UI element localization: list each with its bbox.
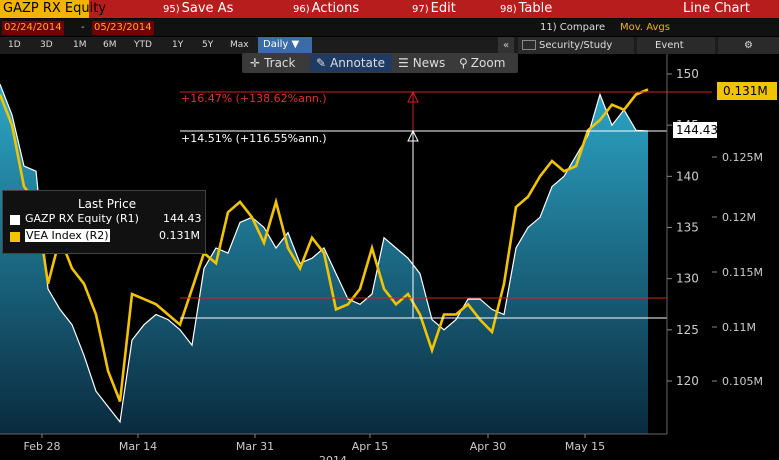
date-separator: - xyxy=(81,22,85,33)
magnifier-icon: ⚲ xyxy=(459,56,468,70)
legend-value-r1: 144.43 xyxy=(163,212,202,225)
x-tick-label: Mar 31 xyxy=(236,440,274,453)
period-1y[interactable]: 1Y xyxy=(172,37,183,54)
y1-tick-label: 150 xyxy=(676,67,699,81)
last-price-r2-label: 0.131M xyxy=(717,82,777,100)
legend-name-r2: VEA Index (R2) xyxy=(25,229,110,242)
y1-tick-label: 120 xyxy=(676,374,699,388)
period-5y[interactable]: 5Y xyxy=(202,37,213,54)
annotate-label: Annotate xyxy=(330,56,385,70)
annotate-button[interactable]: ✎ Annotate xyxy=(316,55,385,71)
event-button[interactable]: Event xyxy=(637,37,715,54)
x-tick-label: May 15 xyxy=(565,440,605,453)
news-label: News xyxy=(412,56,446,70)
actions-num: 96) xyxy=(293,4,310,15)
event-label: Event xyxy=(655,40,684,51)
x-tick-label: Apr 30 xyxy=(470,440,507,453)
y1-tick-label: 125 xyxy=(676,323,699,337)
y1-tick-label: 140 xyxy=(676,169,699,183)
track-label: Track xyxy=(264,56,296,70)
period-max[interactable]: Max xyxy=(230,37,249,54)
table-menu[interactable]: 98) Table xyxy=(500,0,552,18)
gear-icon[interactable]: ⚙ xyxy=(718,37,779,54)
x-tick-label: Apr 15 xyxy=(352,440,389,453)
mov-avgs-button[interactable]: Mov. Avgs xyxy=(620,21,670,35)
x-tick-label: Mar 14 xyxy=(119,440,157,453)
y-axis: 1201251301351401451500.105M0.11M0.115M0.… xyxy=(666,54,763,434)
period-6m[interactable]: 6M xyxy=(103,37,117,54)
end-date-field[interactable]: 05/23/2014 xyxy=(92,21,154,35)
save-as-num: 95) xyxy=(163,4,180,15)
y2-tick-label: 0.11M xyxy=(722,321,756,334)
zoom-button[interactable]: ⚲ Zoom xyxy=(459,55,505,71)
x-year-label: 2014 xyxy=(319,454,347,460)
security-study-label: Security/Study xyxy=(539,40,613,51)
crosshair-icon: ✛ xyxy=(250,56,261,70)
legend-swatch-r2 xyxy=(10,232,20,242)
y2-tick-label: 0.115M xyxy=(722,266,763,279)
security-study-button[interactable]: Security/Study xyxy=(518,37,634,54)
red-annotation-text: +16.47% (+138.62%ann.) xyxy=(181,92,327,105)
last-price-r1-label: 144.43 xyxy=(673,122,718,138)
zoom-label: Zoom xyxy=(470,56,506,70)
y2-tick-label: 0.105M xyxy=(722,375,763,388)
period-1d[interactable]: 1D xyxy=(8,37,21,54)
edit-label: Edit xyxy=(430,1,456,16)
white-annotation-text: +14.51% (+116.55%ann.) xyxy=(181,132,327,145)
news-icon: ☰ xyxy=(398,56,409,70)
legend-value-r2: 0.131M xyxy=(159,229,200,242)
legend-title: Last Price xyxy=(78,197,137,211)
y1-tick-label: 130 xyxy=(676,272,699,286)
news-button[interactable]: ☰ News xyxy=(398,55,445,71)
actions-menu[interactable]: 96) Actions xyxy=(293,0,359,18)
y2-tick-label: 0.125M xyxy=(722,151,763,164)
actions-label: Actions xyxy=(311,1,360,16)
edit-menu[interactable]: 97) Edit xyxy=(412,0,456,18)
pencil-icon: ✎ xyxy=(316,56,327,70)
period-ytd[interactable]: YTD xyxy=(134,37,152,54)
save-as-menu[interactable]: 95) Save As xyxy=(163,0,233,18)
collapse-icon[interactable]: « xyxy=(498,37,514,54)
legend-swatch-r1 xyxy=(10,215,20,225)
table-num: 98) xyxy=(500,4,517,15)
start-date-field[interactable]: 02/24/2014 xyxy=(2,21,64,35)
price-chart[interactable]: 1201251301351401451500.105M0.11M0.115M0.… xyxy=(0,54,779,460)
y2-tick-label: 0.12M xyxy=(722,211,756,224)
period-3d[interactable]: 3D xyxy=(40,37,53,54)
track-button[interactable]: ✛ Track xyxy=(250,55,295,71)
security-study-icon xyxy=(522,40,536,50)
period-1m[interactable]: 1M xyxy=(73,37,87,54)
y1-tick-label: 135 xyxy=(676,221,699,235)
function-bar xyxy=(0,0,779,18)
edit-num: 97) xyxy=(412,4,429,15)
x-tick-label: Feb 28 xyxy=(24,440,61,453)
frequency-dropdown[interactable]: Daily ▼ xyxy=(258,37,312,53)
x-axis: Feb 28 Mar 14 Mar 31 Apr 15 Apr 30 May 15 2014 xyxy=(0,433,667,460)
compare-button[interactable]: 11) Compare xyxy=(540,21,605,35)
chart-type-label[interactable]: Line Chart xyxy=(683,0,750,18)
security-ticker[interactable]: GAZP RX Equity xyxy=(0,0,106,18)
save-as-label: Save As xyxy=(181,1,234,16)
legend-name-r1: GAZP RX Equity (R1) xyxy=(25,212,139,225)
table-label: Table xyxy=(518,1,553,16)
